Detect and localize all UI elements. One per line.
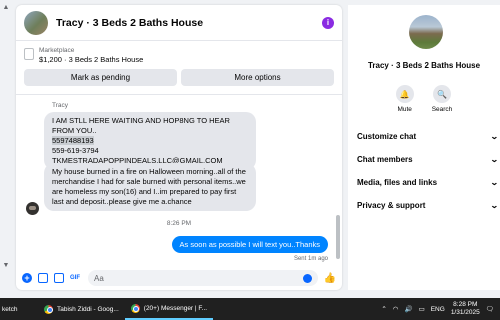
mark-pending-button[interactable]: Mark as pending bbox=[24, 69, 177, 86]
taskbar-app-label: Tabish Ziddi - Goog... bbox=[57, 305, 119, 313]
chat-title[interactable]: Tracy · 3 Beds 2 Baths House bbox=[56, 17, 322, 29]
left-strip: ▲ ▼ bbox=[0, 0, 16, 298]
bell-icon[interactable]: 🔔 bbox=[395, 85, 414, 103]
chrome-icon bbox=[44, 304, 53, 314]
more-options-button[interactable]: More options bbox=[181, 69, 334, 86]
thumbs-up-icon[interactable]: 👍 bbox=[324, 273, 336, 284]
wifi-icon[interactable]: ◠ bbox=[393, 305, 399, 313]
search-icon[interactable]: 🔍 bbox=[432, 85, 451, 103]
chrome-icon bbox=[130, 303, 140, 313]
sender-name: Tracy bbox=[52, 102, 69, 109]
item-label: Privacy & support bbox=[357, 201, 426, 210]
language-indicator[interactable]: ENG bbox=[431, 306, 445, 313]
plus-icon[interactable]: + bbox=[22, 273, 32, 283]
chat-members-item[interactable]: Chat members ⌄ bbox=[348, 148, 500, 171]
chevron-up-icon[interactable]: ⌃ bbox=[381, 305, 386, 313]
marketplace-listing: Marketplace $1,200 · 3 Beds 2 Baths Hous… bbox=[16, 41, 342, 95]
item-label: Customize chat bbox=[357, 132, 417, 141]
profile-title: Tracy · 3 Beds 2 Baths House bbox=[367, 61, 481, 70]
avatar[interactable] bbox=[24, 10, 48, 35]
phone-link[interactable]: 5597488193 bbox=[52, 136, 94, 145]
message-line: 559-619-3794 bbox=[52, 146, 99, 155]
sender-avatar[interactable] bbox=[26, 202, 39, 215]
message-bubble[interactable]: I AM STLL HERE WAITING AND HOP8NG TO HEA… bbox=[44, 112, 256, 170]
image-icon[interactable] bbox=[38, 273, 48, 283]
message-line: I AM STLL HERE WAITING AND HOP8NG TO HEA… bbox=[52, 116, 230, 135]
battery-icon[interactable]: ▭ bbox=[419, 305, 425, 313]
message-timestamp: 8:26 PM bbox=[166, 220, 192, 227]
message-bubble[interactable]: My house burned in a fire on Halloween m… bbox=[44, 163, 256, 211]
chat-panel: Tracy · 3 Beds 2 Baths House i Marketpla… bbox=[16, 5, 342, 290]
taskbar: ketch Tabish Ziddi - Goog... (20+) Messe… bbox=[0, 298, 500, 320]
emoji-icon[interactable] bbox=[302, 273, 312, 283]
conversation-details-panel: Tracy · 3 Beds 2 Baths House 🔔 Mute 🔍 Se… bbox=[348, 5, 500, 290]
scroll-up-icon[interactable]: ▲ bbox=[2, 4, 10, 12]
my-message-bubble[interactable]: As soon as possible I will text you..Tha… bbox=[171, 236, 328, 253]
clock-date: 1/31/2025 bbox=[450, 309, 480, 316]
profile-actions: 🔔 Mute 🔍 Search bbox=[348, 85, 500, 113]
clock-time: 8:28 PM bbox=[453, 301, 478, 308]
chevron-down-icon: ⌄ bbox=[490, 132, 500, 141]
system-tray: ⌃ ◠ 🔊 ▭ ENG 8:28 PM 1/31/2025 🗨 bbox=[381, 301, 500, 317]
chevron-down-icon: ⌄ bbox=[490, 201, 500, 210]
chevron-down-icon: ⌄ bbox=[490, 155, 500, 164]
clock[interactable]: 8:28 PM 1/31/2025 bbox=[451, 301, 480, 317]
listing-thumbnail[interactable] bbox=[24, 48, 34, 60]
message-input-wrap bbox=[88, 270, 318, 286]
search-action[interactable]: 🔍 Search bbox=[431, 85, 453, 113]
sent-status: Sent 1m ago bbox=[293, 256, 328, 262]
privacy-support-item[interactable]: Privacy & support ⌄ bbox=[348, 194, 500, 217]
mute-label: Mute bbox=[397, 106, 412, 113]
item-label: Chat members bbox=[357, 155, 413, 164]
search-label: Search bbox=[431, 106, 453, 113]
media-files-links-item[interactable]: Media, files and links ⌄ bbox=[348, 171, 500, 194]
taskbar-app-chrome-1[interactable]: Tabish Ziddi - Goog... bbox=[38, 298, 125, 320]
chat-header: Tracy · 3 Beds 2 Baths House i bbox=[16, 5, 342, 41]
notification-icon[interactable]: 🗨 bbox=[486, 305, 494, 313]
item-label: Media, files and links bbox=[357, 178, 438, 187]
listing-category: Marketplace bbox=[39, 47, 75, 54]
listing-price-title[interactable]: $1,200 · 3 Beds 2 Baths House bbox=[39, 55, 143, 64]
chevron-down-icon: ⌄ bbox=[490, 178, 500, 187]
taskbar-app-sketch[interactable]: ketch bbox=[0, 298, 38, 320]
sticker-icon[interactable] bbox=[54, 273, 64, 283]
volume-icon[interactable]: 🔊 bbox=[404, 305, 412, 313]
details-menu: Customize chat ⌄ Chat members ⌄ Media, fil… bbox=[348, 125, 500, 217]
composer: + GIF 👍 bbox=[16, 266, 342, 290]
taskbar-app-chrome-2[interactable]: (20+) Messenger | F... bbox=[124, 298, 214, 320]
taskbar-app-label: (20+) Messenger | F... bbox=[143, 304, 208, 312]
profile-avatar[interactable] bbox=[409, 15, 443, 49]
chat-scrollbar[interactable] bbox=[336, 215, 340, 259]
info-icon[interactable]: i bbox=[322, 16, 334, 29]
customize-chat-item[interactable]: Customize chat ⌄ bbox=[348, 125, 500, 148]
scroll-down-icon[interactable]: ▼ bbox=[2, 262, 10, 270]
gif-icon[interactable]: GIF bbox=[70, 273, 80, 283]
mute-action[interactable]: 🔔 Mute bbox=[395, 85, 414, 113]
message-list: Tracy I AM STLL HERE WAITING AND HOP8NG … bbox=[16, 96, 342, 264]
message-input[interactable] bbox=[94, 273, 303, 283]
